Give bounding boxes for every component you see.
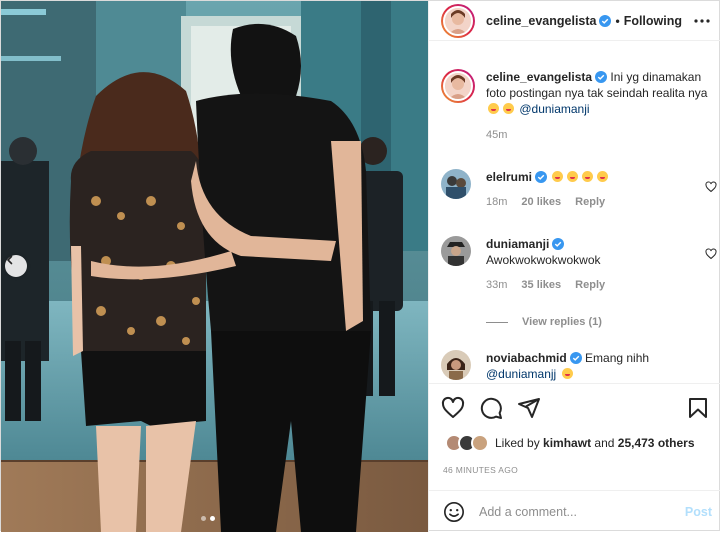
divider: [486, 321, 508, 323]
avatar-photo: [445, 7, 471, 34]
liker-avatars: [445, 434, 489, 452]
comment-text: elelrumi: [486, 169, 711, 185]
verified-icon: [535, 171, 548, 183]
author-username[interactable]: celine_evangelista: [486, 14, 596, 28]
commenter-avatar[interactable]: [441, 169, 471, 199]
caption-mention[interactable]: @duniamanji: [519, 102, 589, 116]
comment-time: 18m: [486, 196, 508, 208]
verified-icon: [552, 238, 565, 250]
author-avatar[interactable]: [441, 3, 475, 38]
more-options-icon: [694, 19, 710, 23]
likes-prefix: Liked by: [495, 436, 540, 450]
reply-button[interactable]: Reply: [575, 196, 605, 208]
avatar-photo: [441, 350, 471, 380]
comment-time: 33m: [486, 279, 508, 291]
comment-text: duniamanji Awokwokwokwokwok: [486, 236, 711, 268]
chevron-left-icon: [7, 255, 13, 265]
carousel-indicator: [201, 516, 215, 521]
verified-icon: [599, 14, 612, 27]
photo-illustration: [1, 1, 428, 532]
caption-text: celine_evangelista Ini yg dinamakan foto…: [486, 69, 711, 117]
caption-avatar[interactable]: [441, 69, 475, 103]
comment-likes[interactable]: 20 likes: [521, 196, 561, 208]
laughing-emoji-icon: [567, 171, 579, 182]
avatar: [471, 434, 489, 452]
verified-icon: [595, 71, 608, 83]
tongue-emoji-icon: [503, 103, 514, 114]
reply-button[interactable]: Reply: [575, 279, 605, 291]
laughing-emoji-icon: [552, 171, 564, 182]
view-replies-button[interactable]: View replies (1): [486, 316, 602, 328]
share-icon[interactable]: [517, 396, 541, 420]
comment-text: noviabachmid Emang nihh @duniamanjj: [486, 350, 711, 382]
caption-meta: 45m: [486, 129, 711, 141]
heart-icon[interactable]: [441, 396, 465, 420]
comments-list[interactable]: celine_evangelista Ini yg dinamakan foto…: [429, 42, 720, 382]
carousel-prev-button[interactable]: [5, 255, 27, 277]
laughing-emoji-icon: [488, 103, 499, 114]
comment-meta: 18m 20 likes Reply: [486, 196, 711, 208]
likes-count[interactable]: 25,473 others: [618, 436, 695, 450]
likes-user[interactable]: kimhawt: [543, 436, 591, 450]
save-icon[interactable]: [686, 396, 710, 420]
caption-time: 45m: [486, 129, 508, 141]
heart-icon[interactable]: [705, 181, 717, 193]
carousel-dot-active: [210, 516, 215, 521]
likes-middle: and: [594, 436, 615, 450]
view-replies-label: View replies (1): [522, 316, 602, 328]
post-header: celine_evangelista • Following: [429, 1, 720, 41]
tongue-emoji-icon: [561, 368, 573, 379]
commenter-avatar[interactable]: [441, 350, 471, 380]
comment-item: duniamanji Awokwokwokwokwok 33m 35 likes…: [441, 236, 717, 291]
instagram-post-window: celine_evangelista • Following celine_ev…: [0, 0, 720, 532]
heart-icon[interactable]: [705, 248, 717, 260]
emoji-icon[interactable]: [443, 501, 465, 523]
more-options-button[interactable]: [692, 11, 712, 31]
caption-username[interactable]: celine_evangelista: [486, 70, 592, 84]
post-actions: Liked by kimhawt and 25,473 others 46 MI…: [429, 383, 720, 532]
post-photo[interactable]: [1, 1, 428, 532]
following-button[interactable]: Following: [624, 14, 682, 28]
laughing-emoji-icon: [582, 171, 594, 182]
comment-meta: 33m 35 likes Reply: [486, 279, 711, 291]
likes-summary: Liked by kimhawt and 25,473 others: [445, 434, 695, 452]
post-details-panel: celine_evangelista • Following celine_ev…: [428, 1, 720, 532]
comment-username[interactable]: noviabachmid: [486, 351, 567, 365]
commenter-avatar[interactable]: [441, 236, 471, 266]
post-timestamp: 46 MINUTES AGO: [443, 465, 519, 475]
action-bar: [441, 396, 541, 420]
post-comment-button[interactable]: Post: [685, 505, 712, 519]
comment-mention[interactable]: @duniamanjj: [486, 367, 556, 381]
comment-body: Awokwokwokwokwok: [486, 253, 601, 267]
comment-composer: Post: [429, 490, 720, 533]
comment-item: elelrumi 18m 20 likes Reply: [441, 169, 717, 208]
comment-username[interactable]: duniamanji: [486, 237, 549, 251]
header-separator: •: [615, 13, 620, 28]
comment-username[interactable]: elelrumi: [486, 170, 532, 184]
comment-item: noviabachmid Emang nihh @duniamanjj: [441, 350, 711, 382]
laughing-emoji-icon: [597, 171, 609, 182]
avatar-photo: [441, 236, 471, 266]
comment-input[interactable]: [479, 505, 685, 519]
avatar-photo: [441, 169, 471, 199]
comment-icon[interactable]: [479, 396, 503, 420]
comment-likes[interactable]: 35 likes: [521, 279, 561, 291]
carousel-dot: [201, 516, 206, 521]
caption: celine_evangelista Ini yg dinamakan foto…: [441, 69, 711, 141]
comment-body: Emang nihh: [585, 351, 650, 365]
avatar-photo: [445, 73, 471, 99]
verified-icon: [569, 352, 582, 364]
